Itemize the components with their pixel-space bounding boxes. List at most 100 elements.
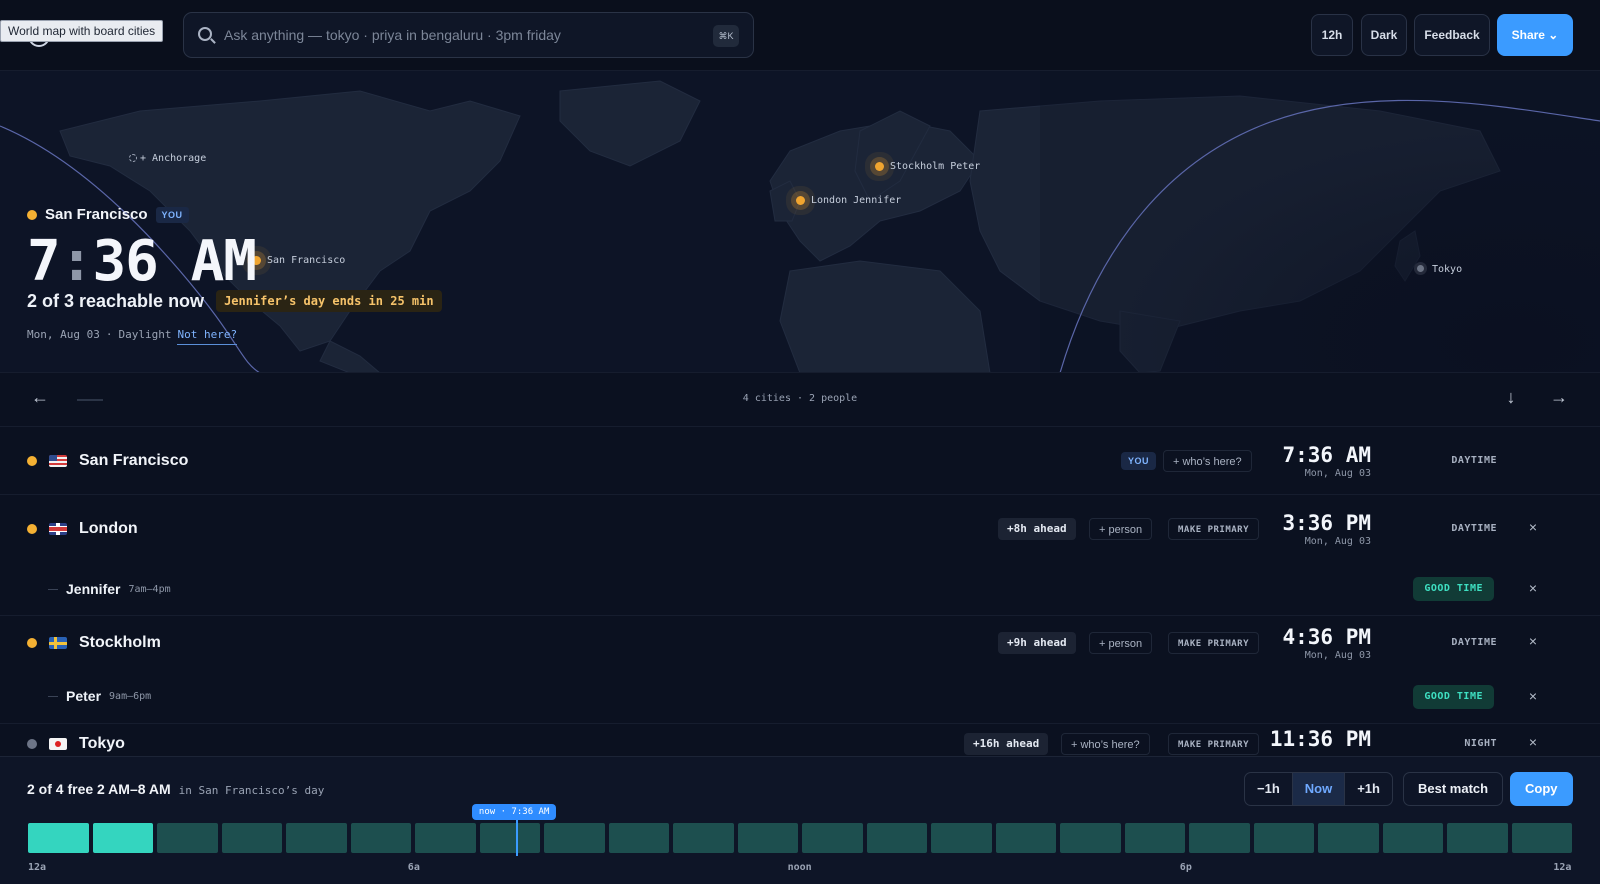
next-arrow-icon[interactable]: → <box>1547 387 1571 408</box>
remove-person-icon[interactable]: × <box>1529 580 1537 596</box>
hour-cell[interactable] <box>1447 823 1508 853</box>
map-label-tokyo: Tokyo <box>1432 264 1463 275</box>
city-name: Tokyo <box>79 735 125 752</box>
city-date: Mon, Aug 03 <box>1304 650 1371 661</box>
search-input[interactable] <box>224 13 694 57</box>
hour-cell[interactable] <box>866 823 927 853</box>
map-label-london: London Jennifer <box>811 195 902 206</box>
city-time: 4:36 PM Mon, Aug 03 <box>1282 616 1371 670</box>
day-phase: NIGHT <box>1464 738 1497 749</box>
hour-cell[interactable] <box>737 823 798 853</box>
home-time-colon: : <box>59 229 94 294</box>
person-row-peter[interactable]: Peter 9am–6pm GOOD TIME × <box>0 670 1600 724</box>
hour-cell[interactable] <box>1511 823 1572 853</box>
reachability: 2 of 3 reachable now Jennifer’s day ends… <box>27 290 442 312</box>
hour-cell[interactable] <box>1060 823 1121 853</box>
theme-button[interactable]: Dark <box>1361 14 1407 56</box>
add-person-button[interactable]: + person <box>1089 632 1153 654</box>
you-badge: YOU <box>155 206 189 223</box>
whos-here-button[interactable]: + who’s here? <box>1163 450 1252 472</box>
hour-cell[interactable] <box>995 823 1056 853</box>
you-badge: YOU <box>1121 452 1157 470</box>
copy-button[interactable]: Copy <box>1510 772 1573 806</box>
day-phase: DAYTIME <box>1451 637 1497 648</box>
map-label-stockholm: Stockholm Peter <box>890 161 981 172</box>
hour-cell[interactable] <box>28 823 89 853</box>
make-primary-button[interactable]: MAKE PRIMARY <box>1168 632 1260 654</box>
hour-cell[interactable] <box>479 823 540 853</box>
remove-city-icon[interactable]: × <box>1529 633 1537 649</box>
hour-cell[interactable] <box>1253 823 1314 853</box>
hour-cell[interactable] <box>286 823 347 853</box>
city-time-value: 11:36 PM <box>1269 727 1371 751</box>
hour-cell[interactable] <box>802 823 863 853</box>
share-button[interactable]: Share ⌄ <box>1497 14 1573 56</box>
person-row-jennifer[interactable]: Jennifer 7am–4pm GOOD TIME × <box>0 563 1600 616</box>
city-time-value: 4:36 PM <box>1282 625 1371 649</box>
hour-cell[interactable] <box>1382 823 1443 853</box>
meeting-planner: 2 of 4 free 2 AM–8 AM in San Francisco’s… <box>0 756 1600 884</box>
minus-hour-button[interactable]: −1h <box>1245 773 1292 805</box>
hour-cell[interactable] <box>221 823 282 853</box>
city-row-london[interactable]: London +8h ahead + person MAKE PRIMARY 3… <box>0 495 1600 563</box>
feedback-button[interactable]: Feedback <box>1414 14 1490 56</box>
hour-cell[interactable] <box>544 823 605 853</box>
time-format-button[interactable]: 12h <box>1311 14 1353 56</box>
world-map-svg <box>0 71 1600 372</box>
map-label-anchorage: + Anchorage <box>140 153 207 164</box>
date-separator: · <box>105 328 113 341</box>
hour-cell[interactable] <box>1124 823 1185 853</box>
city-name: San Francisco <box>79 451 189 469</box>
home-city: San Francisco YOU <box>27 206 189 223</box>
map-pin-london[interactable] <box>796 196 805 205</box>
make-primary-button[interactable]: MAKE PRIMARY <box>1168 733 1260 755</box>
map-pin-anchorage[interactable] <box>129 154 137 162</box>
remove-city-icon[interactable]: × <box>1529 734 1537 750</box>
status-dot <box>27 524 37 534</box>
list-summary: 4 cities · 2 people <box>742 393 858 404</box>
hour-cell[interactable] <box>92 823 153 853</box>
gb-flag-icon <box>49 523 67 535</box>
remove-person-icon[interactable]: × <box>1529 688 1537 704</box>
home-date: Mon, Aug 03 <box>27 328 100 341</box>
city-time-value: 7:36 AM <box>1282 442 1371 467</box>
city-time: 3:36 PM Mon, Aug 03 <box>1282 495 1371 563</box>
good-time-badge: GOOD TIME <box>1413 685 1494 709</box>
planner-context: in San Francisco’s day <box>178 784 325 797</box>
top-bar: World map with board cities ⌘K 12h Dark … <box>0 0 1600 71</box>
offset-badge: +8h ahead <box>998 518 1076 540</box>
hour-cell[interactable] <box>157 823 218 853</box>
home-time-ampm: AM <box>190 229 257 294</box>
add-person-button[interactable]: + person <box>1089 518 1153 540</box>
hour-cell[interactable] <box>415 823 476 853</box>
hour-cell[interactable] <box>1189 823 1250 853</box>
city-time-value: 3:36 PM <box>1282 511 1371 535</box>
hour-cell[interactable] <box>673 823 734 853</box>
hour-tick-label: 6p <box>1179 862 1192 873</box>
day-phase: DAYTIME <box>1451 455 1497 466</box>
hour-cell[interactable] <box>931 823 992 853</box>
map-pin-tokyo[interactable] <box>1417 265 1424 272</box>
remove-city-icon[interactable]: × <box>1529 519 1537 535</box>
hour-cell[interactable] <box>1318 823 1379 853</box>
city-row-san-francisco[interactable]: San Francisco YOU + who’s here? 7:36 AM … <box>0 427 1600 495</box>
search-bar[interactable]: ⌘K <box>183 12 754 58</box>
now-button[interactable]: Now <box>1291 773 1346 805</box>
map-tooltip: World map with board cities <box>0 20 164 42</box>
city-date: Mon, Aug 03 <box>1304 536 1371 547</box>
whos-here-button[interactable]: + who’s here? <box>1061 733 1150 755</box>
not-here-link[interactable]: Not here? <box>177 328 238 345</box>
good-time-badge: GOOD TIME <box>1413 577 1494 601</box>
home-time-hour: 7 <box>27 229 61 294</box>
time-stepper: −1h Now +1h <box>1244 772 1393 806</box>
best-match-button[interactable]: Best match <box>1403 772 1504 806</box>
map-pin-stockholm[interactable] <box>875 162 884 171</box>
day-phase: DAYTIME <box>1451 523 1497 534</box>
hour-cell[interactable] <box>608 823 669 853</box>
city-row-stockholm[interactable]: Stockholm +9h ahead + person MAKE PRIMAR… <box>0 616 1600 670</box>
list-toolbar: ← 4 cities · 2 people ↓ → <box>0 373 1600 427</box>
hour-cell[interactable] <box>350 823 411 853</box>
sort-down-icon[interactable]: ↓ <box>1499 387 1523 408</box>
plus-hour-button[interactable]: +1h <box>1345 773 1392 805</box>
make-primary-button[interactable]: MAKE PRIMARY <box>1168 518 1260 540</box>
